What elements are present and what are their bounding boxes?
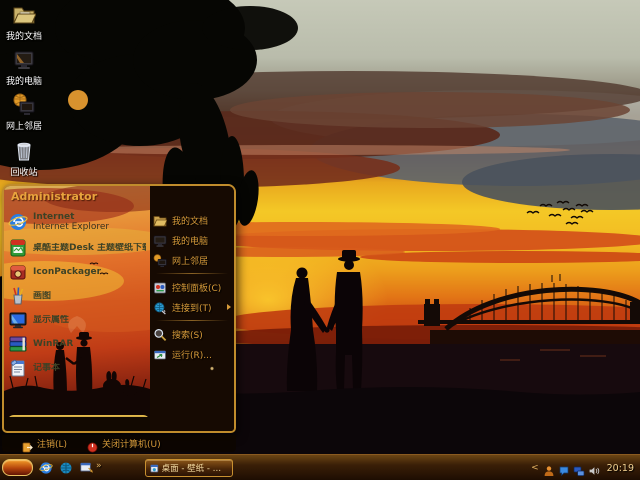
theme-site-icon xyxy=(8,238,28,258)
menu-item-title: IconPackager xyxy=(33,267,101,277)
log-off-label: 注销(L) xyxy=(37,437,67,450)
messenger-icon[interactable] xyxy=(558,462,570,474)
start-menu-footer: 注销(L) 关闭计算机(U) xyxy=(2,435,236,452)
paint-icon xyxy=(8,286,28,306)
shut-down-icon xyxy=(87,438,98,449)
menu-item-label: 我的文档 xyxy=(172,214,208,227)
notepad-icon xyxy=(8,358,28,378)
start-menu-item-internet-explorer[interactable]: InternetInternet Explorer xyxy=(4,208,150,236)
desktop: 我的文档 我的电脑 网上邻居 回收站 xyxy=(0,0,640,480)
start-menu-username: Administrator xyxy=(11,190,97,203)
search-icon xyxy=(153,327,167,341)
start-menu-panel: Administrator InternetInternet Explorer xyxy=(2,184,236,433)
desktop-icon-network-places[interactable]: 网上邻居 xyxy=(0,93,48,132)
menu-separator xyxy=(156,320,228,321)
all-programs-label: 所有程序(P) xyxy=(47,416,98,417)
connect-to-icon xyxy=(153,300,167,314)
task-window-icon xyxy=(150,463,159,474)
run-icon xyxy=(153,347,167,361)
menu-item-label: 搜索(S) xyxy=(172,328,203,341)
iconpackager-icon xyxy=(8,262,28,282)
network-tray-icon[interactable] xyxy=(573,462,585,474)
my-documents-icon xyxy=(153,213,167,227)
taskbar: » 桌面 - 壁纸 - 桌酷壁... < 20:19 xyxy=(0,454,640,480)
start-menu-item-display[interactable]: 显示属性 xyxy=(4,308,150,332)
internet-explorer-icon xyxy=(8,212,28,232)
menu-item-title: 桌酷主题Desk 主题壁纸下载.Com xyxy=(33,243,146,253)
my-computer-icon xyxy=(12,48,36,72)
start-menu-item-notepad[interactable]: 记事本 xyxy=(4,356,150,380)
menu-item-label: 运行(R)... xyxy=(172,348,212,361)
log-off-button[interactable]: 注销(L) xyxy=(22,437,67,450)
menu-item-title: WinRAR xyxy=(33,339,73,349)
user-icon[interactable] xyxy=(543,462,555,474)
desktop-icon-label: 网上邻居 xyxy=(6,119,42,132)
task-button-active[interactable]: 桌面 - 壁纸 - 桌酷壁... xyxy=(145,459,233,477)
menu-item-label: 控制面板(C) xyxy=(172,281,221,294)
menu-separator xyxy=(156,273,228,274)
start-button[interactable] xyxy=(2,459,33,476)
recycle-bin-icon xyxy=(12,139,36,163)
start-menu-item-search[interactable]: 搜索(S) xyxy=(150,324,234,344)
menu-item-label: 网上邻居 xyxy=(172,254,208,267)
menu-item-subtitle: Internet Explorer xyxy=(33,222,109,232)
display-icon xyxy=(8,310,28,330)
start-menu-item-connect-to[interactable]: 连接到(T) xyxy=(150,297,234,317)
control-panel-icon xyxy=(153,280,167,294)
menu-item-title: 显示属性 xyxy=(33,315,69,325)
start-menu-item-iconpackager[interactable]: IconPackager xyxy=(4,260,150,284)
start-menu-item-run[interactable]: 运行(R)... xyxy=(150,344,234,364)
desktop-icon-my-documents[interactable]: 我的文档 xyxy=(0,3,48,42)
start-menu-right-panel: 我的文档 我的电脑 网上邻居 xyxy=(150,186,234,431)
start-menu-left-panel: Administrator InternetInternet Explorer xyxy=(4,186,150,417)
menu-item-title: 记事本 xyxy=(33,363,60,373)
start-menu-item-my-documents[interactable]: 我的文档 xyxy=(150,210,234,230)
shut-down-button[interactable]: 关闭计算机(U) xyxy=(87,437,161,450)
msn-quicklaunch-icon[interactable] xyxy=(58,460,74,476)
desktop-icon-my-computer[interactable]: 我的电脑 xyxy=(0,48,48,87)
network-places-icon xyxy=(12,93,36,117)
tray-collapse-chevron[interactable]: < xyxy=(531,463,539,473)
menu-item-label: 我的电脑 xyxy=(172,234,208,247)
start-menu: Administrator InternetInternet Explorer xyxy=(2,184,236,452)
desktop-icon-label: 我的文档 xyxy=(6,29,42,42)
quick-launch-more-chevron[interactable]: » xyxy=(96,461,102,471)
system-tray: < 20:19 xyxy=(531,459,638,477)
shut-down-label: 关闭计算机(U) xyxy=(102,437,161,450)
start-menu-item-winrar[interactable]: WinRAR xyxy=(4,332,150,356)
log-off-icon xyxy=(22,438,33,449)
menu-item-title: 画图 xyxy=(33,291,51,301)
menu-item-title: Internet xyxy=(33,212,109,222)
menu-item-label: 连接到(T) xyxy=(172,301,212,314)
start-menu-item-control-panel[interactable]: 控制面板(C) xyxy=(150,277,234,297)
start-menu-item-paint[interactable]: 画图 xyxy=(4,284,150,308)
volume-icon[interactable] xyxy=(588,462,600,474)
desktop-icon-label: 我的电脑 xyxy=(6,74,42,87)
desktop-icon-recycle-bin[interactable]: 回收站 xyxy=(0,139,48,178)
internet-explorer-quicklaunch-icon[interactable] xyxy=(38,460,54,476)
my-computer-icon xyxy=(153,233,167,247)
start-menu-item-network-places[interactable]: 网上邻居 xyxy=(150,250,234,270)
task-button-label: 桌面 - 壁纸 - 桌酷壁... xyxy=(162,462,228,474)
start-menu-item-my-computer[interactable]: 我的电脑 xyxy=(150,230,234,250)
start-menu-item-theme-site[interactable]: 桌酷主题Desk 主题壁纸下载.Com xyxy=(4,236,150,260)
quick-launch-bar xyxy=(38,460,94,476)
desktop-icon-label: 回收站 xyxy=(10,165,37,178)
winrar-icon xyxy=(8,334,28,354)
submenu-arrow-icon xyxy=(227,304,231,310)
network-places-icon xyxy=(153,253,167,267)
show-desktop-quicklaunch-icon[interactable] xyxy=(78,460,94,476)
tray-clock: 20:19 xyxy=(607,463,634,474)
my-documents-icon xyxy=(12,3,36,27)
all-programs-button[interactable]: 所有程序(P) xyxy=(7,415,150,417)
